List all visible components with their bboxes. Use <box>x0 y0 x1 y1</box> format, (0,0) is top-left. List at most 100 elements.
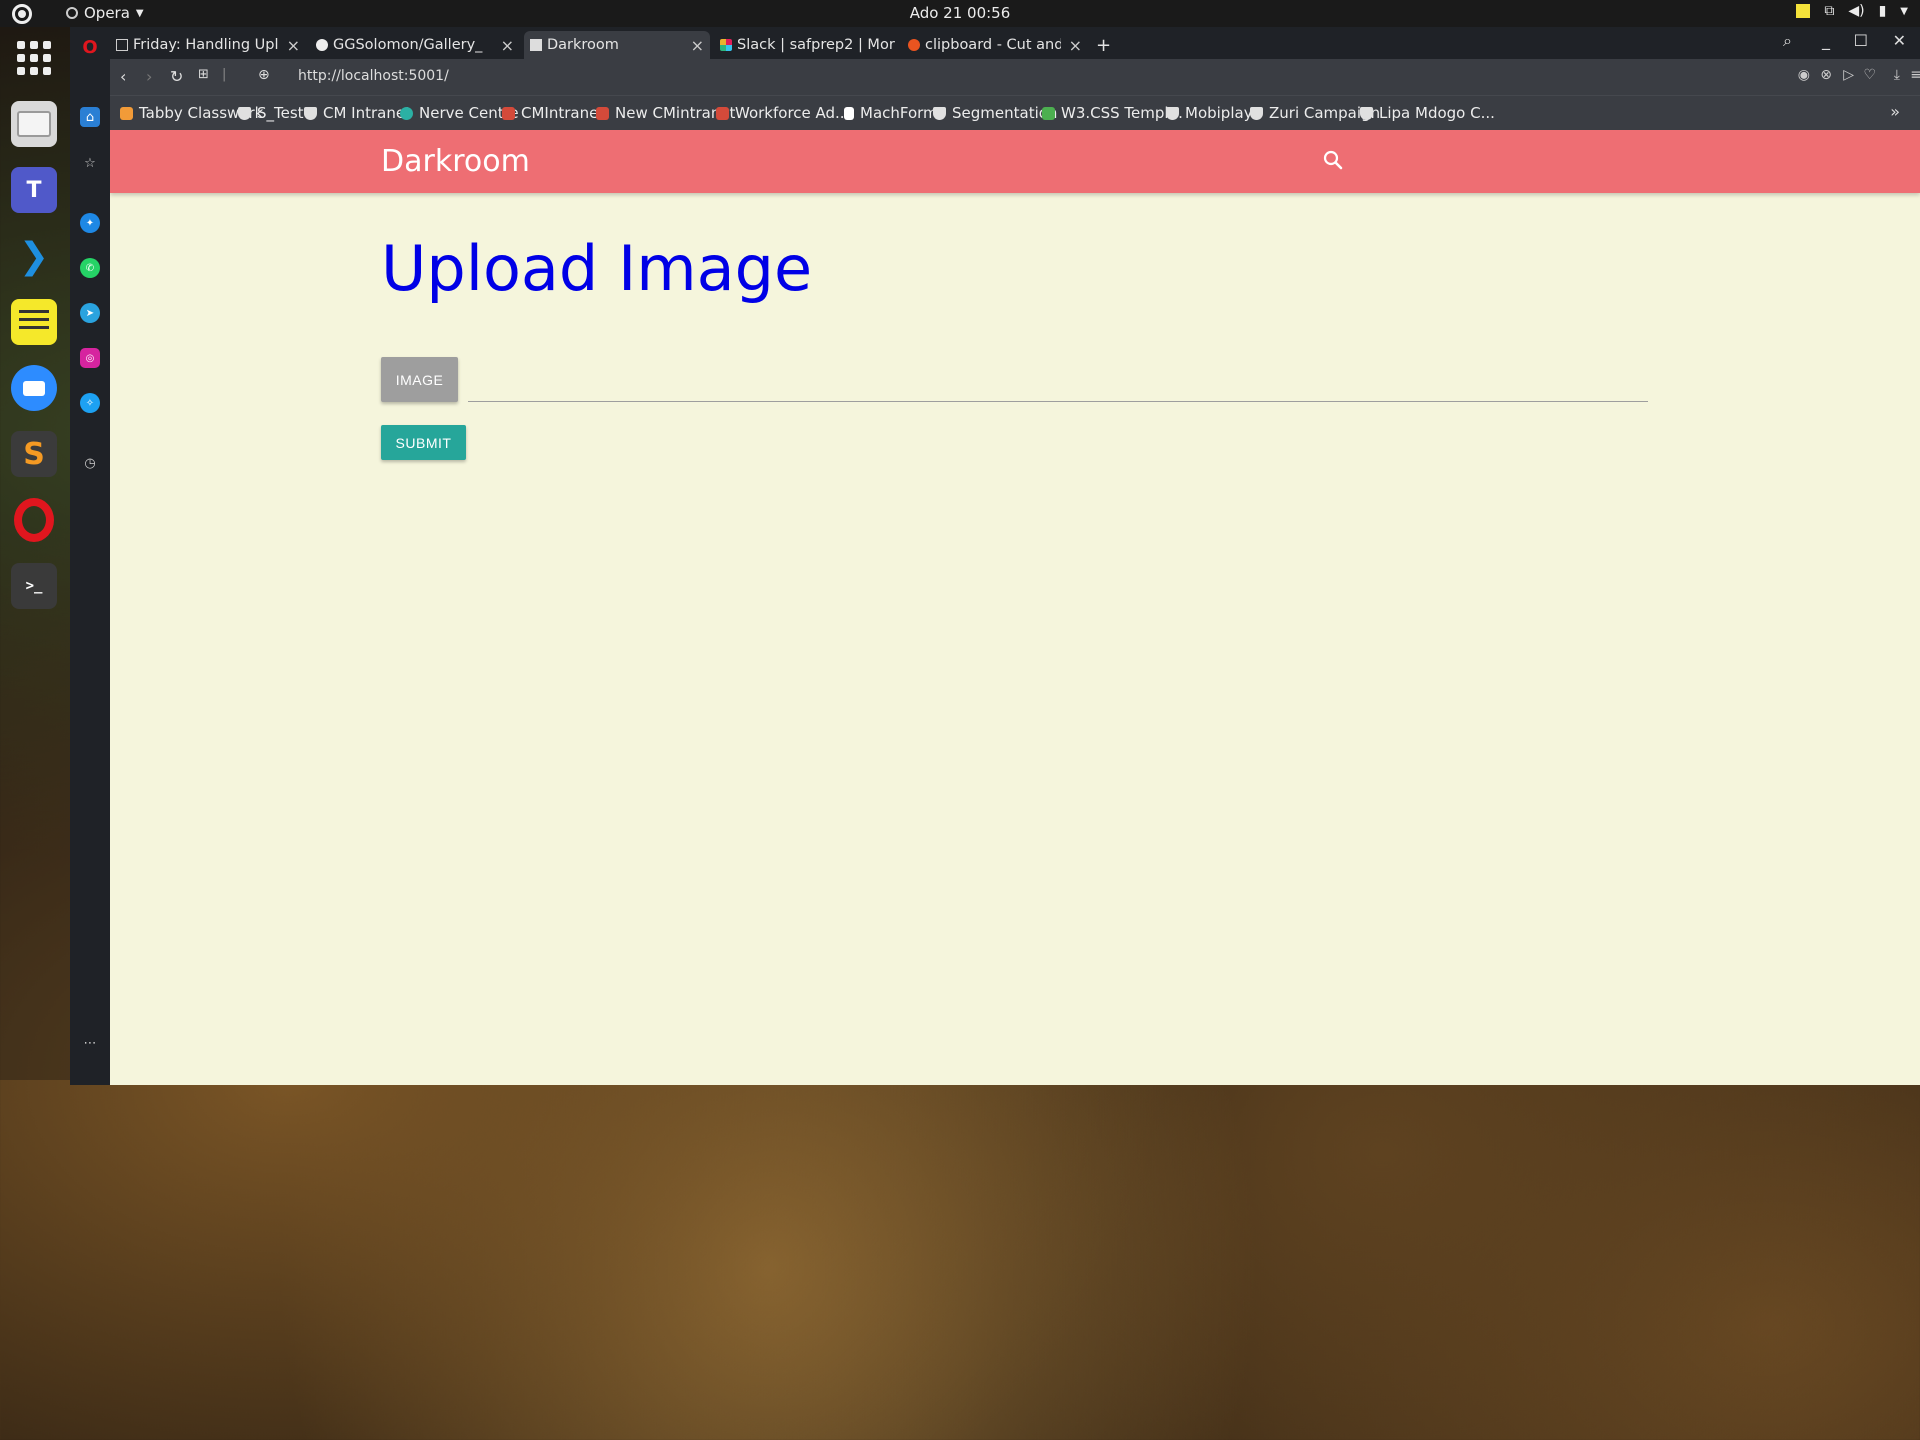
minimize-icon[interactable]: _ <box>1822 31 1830 50</box>
shield-icon <box>304 106 317 120</box>
bookmark-item[interactable]: Mobiplay <box>1166 104 1253 122</box>
tab-github[interactable]: GGSolomon/Gallery_ × <box>310 31 520 59</box>
close-window-icon[interactable]: ✕ <box>1893 31 1906 50</box>
whatsapp-icon[interactable]: ✆ <box>80 258 100 278</box>
opera-sidebar: O ⌂ ☆ ✦ ✆ ➤ ◎ ✧ ◷ ⋯ <box>70 27 110 1085</box>
sublime-icon[interactable]: S <box>11 431 57 477</box>
bookmark-item[interactable]: CM Intranet <box>304 104 411 122</box>
tab-slack[interactable]: Slack | safprep2 | Mor <box>714 31 914 59</box>
camera-icon[interactable]: ◉ <box>1798 67 1810 83</box>
volume-icon[interactable]: ◀) <box>1848 3 1864 19</box>
bookmark-item[interactable]: MachForm <box>844 104 938 122</box>
askubuntu-icon <box>908 39 920 51</box>
tab-label: Friday: Handling Uplo <box>133 37 279 53</box>
tab-label: clipboard - Cut and C <box>925 37 1061 53</box>
bookmarks-more-icon[interactable]: » <box>1890 102 1900 121</box>
bookmarks-bar: Tabby Classwork S_Test CM Intranet Nerve… <box>110 95 1920 130</box>
telegram-icon[interactable]: ➤ <box>80 303 100 323</box>
sticky-note-tray-icon[interactable] <box>1796 4 1811 18</box>
tab-darkroom[interactable]: Darkroom × <box>524 31 710 59</box>
twitter-icon[interactable]: ✧ <box>80 393 100 413</box>
image-file-button[interactable]: IMAGE <box>381 357 458 402</box>
close-icon[interactable]: × <box>691 36 704 55</box>
maximize-icon[interactable]: ☐ <box>1854 31 1868 50</box>
bookmark-icon <box>400 106 413 120</box>
history-icon[interactable]: ◷ <box>80 453 100 473</box>
tab-label: Darkroom <box>547 37 619 53</box>
doc-icon <box>530 39 542 51</box>
forward-icon[interactable]: › <box>146 67 152 86</box>
messenger-icon[interactable]: ✦ <box>80 213 100 233</box>
clock[interactable]: Ado 21 00:56 <box>0 4 1920 22</box>
instagram-icon[interactable]: ◎ <box>80 348 100 368</box>
shield-icon <box>1166 106 1179 120</box>
app-grid-icon[interactable] <box>11 35 57 81</box>
bookmark-item[interactable]: Lipa Mdogo C... <box>1360 104 1495 122</box>
submit-button[interactable]: SUBMIT <box>381 425 466 460</box>
doc-icon <box>116 39 128 51</box>
opera-logo-icon[interactable]: O <box>80 37 100 58</box>
opera-icon[interactable] <box>11 497 57 543</box>
zoom-icon[interactable] <box>11 365 57 411</box>
battery-icon[interactable]: ▮ <box>1879 3 1887 19</box>
bookmarks-icon[interactable]: ☆ <box>80 153 100 173</box>
chevron-down-icon[interactable]: ▼ <box>1900 6 1908 17</box>
shield-icon <box>933 106 946 120</box>
files-icon[interactable] <box>11 101 57 147</box>
bookmark-item[interactable]: W3.CSS Templ... <box>1042 104 1183 122</box>
file-path-input[interactable] <box>468 360 1648 402</box>
activities-icon[interactable] <box>12 4 32 24</box>
browser-window: O ⌂ ☆ ✦ ✆ ➤ ◎ ✧ ◷ ⋯ Friday: Handling Upl… <box>70 27 1920 1085</box>
web-page: Darkroom Upload Image IMAGE SUBMIT <box>110 130 1920 1085</box>
bookmark-item[interactable]: Workforce Ad... <box>716 104 849 122</box>
search-tabs-icon[interactable]: ⌕ <box>1783 31 1792 51</box>
tab-snapshot-icon[interactable]: ⊞ <box>198 67 209 82</box>
tab-clipboard[interactable]: clipboard - Cut and C × <box>902 31 1088 59</box>
search-icon[interactable] <box>1321 148 1345 172</box>
slack-icon <box>720 39 732 51</box>
navbar: Darkroom <box>110 130 1920 193</box>
system-tray[interactable]: ⧉ ◀) ▮ ▼ <box>1796 3 1908 19</box>
new-tab-button[interactable]: + <box>1090 31 1114 59</box>
network-icon[interactable]: ⧉ <box>1824 3 1834 19</box>
url-field[interactable]: http://localhost:5001/ <box>298 68 449 84</box>
chevron-down-icon: ▼ <box>135 7 144 19</box>
send-icon[interactable]: ▷ <box>1843 67 1854 83</box>
terminal-icon[interactable]: >_ <box>11 563 57 609</box>
tab-friday[interactable]: Friday: Handling Uplo × <box>110 31 306 59</box>
more-icon[interactable]: ⋯ <box>80 1033 100 1053</box>
close-icon[interactable]: × <box>1069 36 1082 55</box>
separator: | <box>222 67 227 82</box>
page-title: Upload Image <box>381 232 813 305</box>
bookmark-item[interactable]: Nerve Centre <box>400 104 519 122</box>
app-menu[interactable]: Opera ▼ <box>66 4 144 22</box>
download-icon[interactable]: ⤓ <box>1894 67 1900 83</box>
joomla-icon <box>596 106 609 120</box>
vscode-icon[interactable]: ❯ <box>11 233 57 279</box>
tab-label: GGSolomon/Gallery_ <box>333 37 483 53</box>
bookmark-item[interactable]: CMIntranet <box>502 104 604 122</box>
heart-icon[interactable]: ♡ <box>1863 67 1876 83</box>
github-icon <box>316 39 328 51</box>
tab-strip: Friday: Handling Uplo × GGSolomon/Galler… <box>110 27 1920 59</box>
address-bar: ‹ › ↻ ⊞ | ⊕ http://localhost:5001/ ◉ ⊗ ▷… <box>110 59 1920 95</box>
bookmark-item[interactable]: New CMintranet <box>596 104 735 122</box>
close-icon[interactable]: × <box>287 36 300 55</box>
home-icon[interactable]: ⌂ <box>80 107 100 127</box>
brand-logo[interactable]: Darkroom <box>381 144 530 179</box>
close-icon[interactable]: × <box>501 36 514 55</box>
back-icon[interactable]: ‹ <box>120 67 126 86</box>
reload-icon[interactable]: ↻ <box>170 67 183 86</box>
easy-setup-icon[interactable]: ≡ <box>1910 67 1920 83</box>
notes-icon[interactable] <box>11 299 57 345</box>
site-info-icon[interactable]: ⊕ <box>258 67 270 83</box>
bookmark-item[interactable]: S_Test <box>238 104 304 122</box>
dock: T ❯ S >_ <box>0 27 70 1080</box>
bookmark-item[interactable]: Segmentation <box>933 104 1057 122</box>
tab-label: Slack | safprep2 | Mor <box>737 37 895 53</box>
app-menu-label: Opera <box>84 4 130 22</box>
adblock-icon[interactable]: ⊗ <box>1820 67 1832 83</box>
joomla-icon <box>716 106 729 120</box>
teams-icon[interactable]: T <box>11 167 57 213</box>
opera-small-icon <box>66 7 78 19</box>
